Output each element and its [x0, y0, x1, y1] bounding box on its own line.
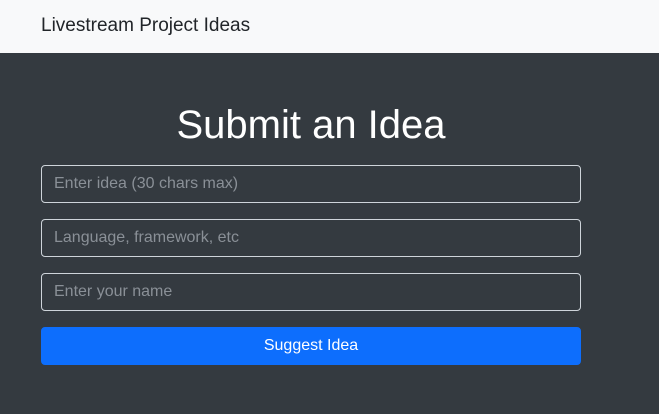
navbar-brand[interactable]: Livestream Project Ideas [41, 14, 250, 38]
suggest-idea-button[interactable]: Suggest Idea [41, 327, 581, 365]
main-section: Submit an Idea Suggest Idea [0, 53, 659, 414]
navbar: Livestream Project Ideas [0, 0, 659, 53]
technology-input[interactable] [41, 219, 581, 257]
name-input[interactable] [41, 273, 581, 311]
idea-input[interactable] [41, 165, 581, 203]
page-title: Submit an Idea [176, 103, 446, 147]
